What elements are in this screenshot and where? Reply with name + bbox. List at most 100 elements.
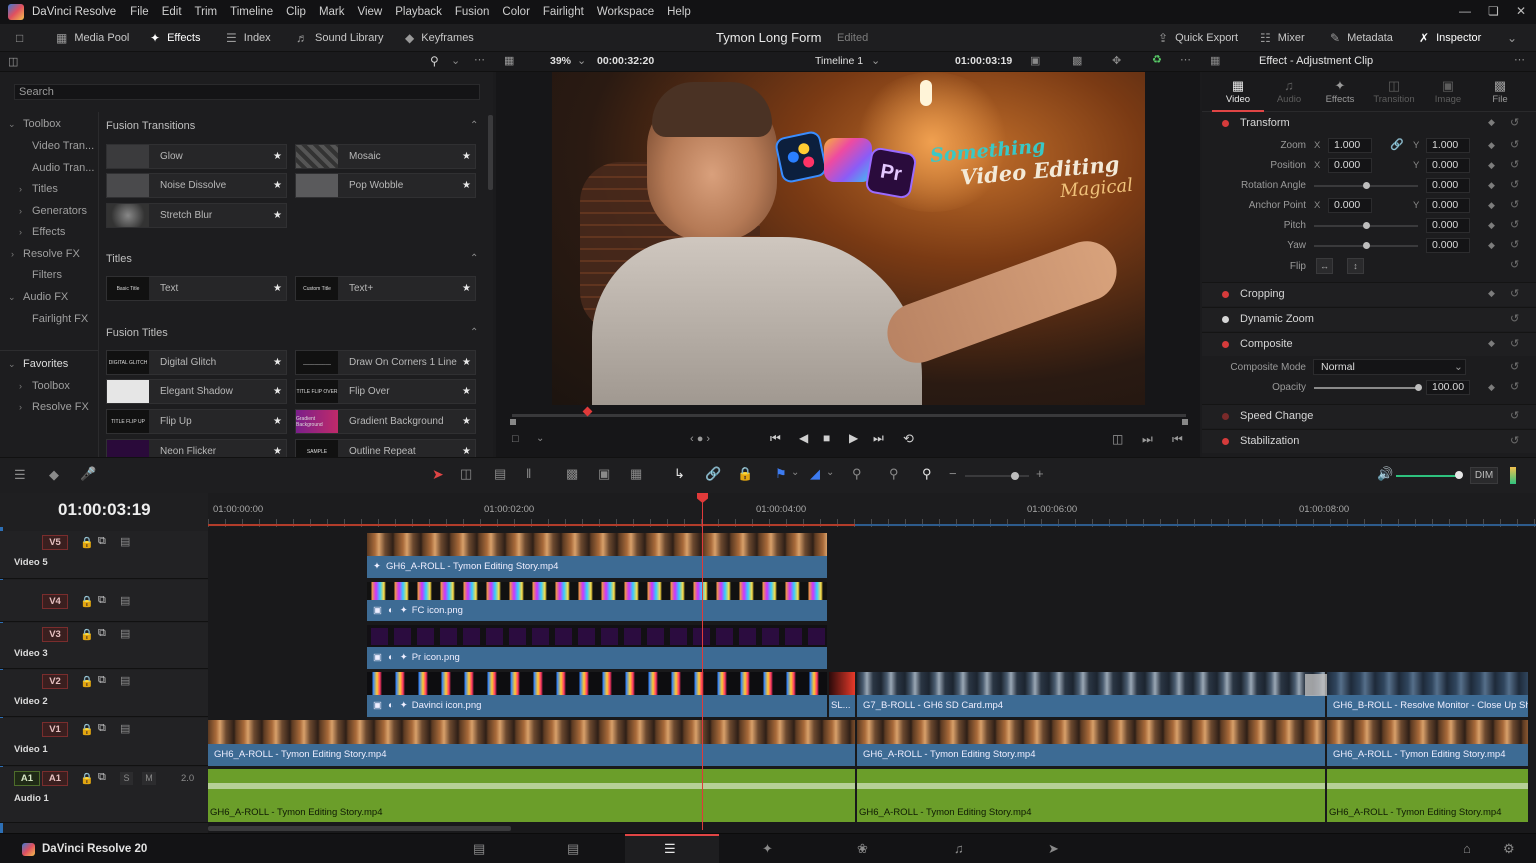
volume-slider[interactable] xyxy=(1396,475,1458,477)
flag-icon[interactable]: ⚑ xyxy=(775,466,787,482)
keyframe-diamond-icon[interactable]: ◆ xyxy=(1488,220,1495,231)
clip-v2-resolve-monitor[interactable]: GH6_B-ROLL - Resolve Monitor - Close Up … xyxy=(1327,672,1528,717)
track-enable-icon[interactable]: ▤ xyxy=(120,722,130,735)
timeline-horizontal-scrollbar[interactable] xyxy=(208,826,511,831)
star-icon[interactable]: ★ xyxy=(462,151,471,162)
fx-glow[interactable]: Glow ★ xyxy=(106,144,287,169)
selection-tool-icon[interactable]: ➤ xyxy=(432,466,444,483)
keyframe-diamond-icon[interactable]: ◆ xyxy=(1488,117,1495,128)
composite-mode-select[interactable]: Normal ⌄ xyxy=(1313,359,1466,375)
auto-select-icon[interactable]: ⧉ xyxy=(98,674,106,687)
tree-item-video-transitions[interactable]: Video Tran... xyxy=(0,135,98,157)
star-icon[interactable]: ★ xyxy=(462,386,471,397)
track-id-a1[interactable]: A1 xyxy=(42,771,68,786)
reset-icon[interactable]: ↺ xyxy=(1510,218,1519,231)
section-dynamic-zoom[interactable]: Dynamic Zoom ↺ xyxy=(1202,307,1536,331)
clip-v2-short[interactable]: SL... xyxy=(829,672,855,717)
enable-dot-icon[interactable] xyxy=(1222,316,1229,323)
full-extent-zoom-icon[interactable]: ⚲ xyxy=(852,466,862,482)
reset-icon[interactable]: ↺ xyxy=(1510,409,1519,422)
yaw-slider-knob[interactable] xyxy=(1363,242,1370,249)
star-icon[interactable]: ★ xyxy=(273,210,282,221)
go-to-start-icon[interactable]: ⏮ xyxy=(770,431,781,446)
track-enable-icon[interactable]: ▤ xyxy=(120,535,130,548)
menu-playback[interactable]: Playback xyxy=(395,6,442,18)
sidebar-toggle-icon[interactable]: ◫ xyxy=(8,55,18,68)
play-icon[interactable]: ▶ xyxy=(849,431,858,445)
pitch-slider-knob[interactable] xyxy=(1363,222,1370,229)
fx-text-plus[interactable]: Custom Title Text+ ★ xyxy=(295,276,476,301)
tree-item-fairlight-fx[interactable]: Fairlight FX xyxy=(0,308,98,330)
maximize-icon[interactable]: ❏ xyxy=(1488,4,1499,18)
lock-icon[interactable]: 🔒 xyxy=(80,675,94,688)
keyframe-diamond-icon[interactable]: ◆ xyxy=(1488,382,1495,393)
timeline-dropdown-icon[interactable]: ⌄ xyxy=(871,54,880,67)
timeline-ruler[interactable]: 01:00:00:00 01:00:02:00 01:00:04:00 01:0… xyxy=(208,493,1536,527)
keyframe-diamond-icon[interactable]: ◆ xyxy=(1488,338,1495,349)
metadata-button[interactable]: ✎ Metadata xyxy=(1330,24,1393,52)
bypass-icon[interactable]: ♻ xyxy=(1152,53,1162,66)
home-icon[interactable]: ⌂ xyxy=(1463,841,1471,856)
auto-select-icon[interactable]: ⧉ xyxy=(98,594,106,607)
panel-toggle-icon[interactable]: □ xyxy=(16,24,30,52)
flip-vertical-icon[interactable]: ↕ xyxy=(1347,258,1364,274)
tab-effects[interactable]: ✦ Effects xyxy=(1314,78,1366,112)
yaw-input[interactable]: 0.000 xyxy=(1426,238,1470,253)
rotation-input[interactable]: 0.000 xyxy=(1426,178,1470,193)
fx-digital-glitch[interactable]: DIGITAL GLITCH Digital Glitch ★ xyxy=(106,350,287,375)
fx-outline-repeat[interactable]: SAMPLE Outline Repeat ★ xyxy=(295,439,476,457)
track-id-v2[interactable]: V2 xyxy=(42,674,68,689)
fx-neon-flicker[interactable]: Neon Flicker ★ xyxy=(106,439,287,457)
chevron-up-icon[interactable]: ⌃ xyxy=(470,253,478,264)
keyframe-diamond-icon[interactable]: ◆ xyxy=(1488,288,1495,299)
prev-edit-icon[interactable]: ⏮ xyxy=(1172,432,1183,447)
inspector-more-icon[interactable]: ⋯ xyxy=(1514,53,1525,66)
fx-stretch-blur[interactable]: Stretch Blur ★ xyxy=(106,203,287,228)
menu-fairlight[interactable]: Fairlight xyxy=(543,6,584,18)
quick-export-button[interactable]: ⇪ Quick Export xyxy=(1158,24,1238,52)
dim-button[interactable]: DIM xyxy=(1470,467,1498,484)
marker-icon[interactable]: ◢ xyxy=(810,466,820,482)
timeline-zoom-slider[interactable] xyxy=(965,475,1029,477)
lock-icon[interactable]: 🔒 xyxy=(80,723,94,736)
snapping-icon[interactable]: ↳ xyxy=(674,466,685,482)
flag-dropdown-icon[interactable]: ⌄ xyxy=(791,467,799,478)
reset-icon[interactable]: ↺ xyxy=(1510,198,1519,211)
tree-item-toolbox[interactable]: ⌄ Toolbox xyxy=(0,113,98,135)
anchor-y-input[interactable]: 0.000 xyxy=(1426,198,1470,213)
track-source-a1[interactable]: A1 xyxy=(14,771,40,786)
voiceover-icon[interactable]: 🎤 xyxy=(80,466,96,482)
reverse-icon[interactable]: ◀ xyxy=(799,431,808,445)
section-composite[interactable]: Composite ◆ ↺ xyxy=(1202,332,1536,356)
mute-button[interactable]: M xyxy=(142,772,156,785)
reset-icon[interactable]: ↺ xyxy=(1510,337,1519,350)
menu-mark[interactable]: Mark xyxy=(319,6,345,18)
edit-page-icon[interactable]: ☰ xyxy=(664,841,676,857)
zoom-dropdown-icon[interactable]: ⌄ xyxy=(577,54,586,67)
menu-file[interactable]: File xyxy=(130,6,149,18)
clip-v1-a-roll-3[interactable]: GH6_A-ROLL - Tymon Editing Story.mp4 xyxy=(1327,720,1528,766)
deliver-page-icon[interactable]: ➤ xyxy=(1048,841,1059,857)
flip-horizontal-icon[interactable]: ↔ xyxy=(1316,258,1333,274)
star-icon[interactable]: ★ xyxy=(273,283,282,294)
enable-dot-icon[interactable] xyxy=(1222,413,1229,420)
linked-selection-icon[interactable]: 🔗 xyxy=(705,466,721,482)
anchor-x-input[interactable]: 0.000 xyxy=(1328,198,1372,213)
dynamic-trim-icon[interactable]: ▤ xyxy=(494,466,506,482)
keyframe-diamond-icon[interactable]: ◆ xyxy=(1488,240,1495,251)
stop-icon[interactable]: ■ xyxy=(823,431,830,445)
lock-icon[interactable]: 🔒 xyxy=(80,772,94,785)
auto-select-icon[interactable]: ⧉ xyxy=(98,535,106,548)
keyframes-button[interactable]: ◆ Keyframes xyxy=(405,24,474,52)
clip-v3-pr-icon[interactable]: ▣ ◐ ✦ Pr icon.png xyxy=(367,625,827,669)
reset-icon[interactable]: ↺ xyxy=(1510,258,1519,271)
timeline-playhead[interactable] xyxy=(702,494,703,830)
chevron-up-icon[interactable]: ⌃ xyxy=(470,327,478,338)
effects-button[interactable]: ✦ Effects xyxy=(150,24,201,52)
clip-v5-a-roll[interactable]: ✦ GH6_A-ROLL - Tymon Editing Story.mp4 xyxy=(367,533,827,578)
clip-v4-fc-icon[interactable]: ▣ ◐ ✦ FC icon.png xyxy=(367,582,827,621)
tree-item-favorites-resolve-fx[interactable]: › Resolve FX xyxy=(0,396,98,418)
collapse-panel-icon[interactable]: ⌄ xyxy=(1507,24,1524,52)
out-point-marker[interactable] xyxy=(1182,419,1188,425)
reset-icon[interactable]: ↺ xyxy=(1510,178,1519,191)
